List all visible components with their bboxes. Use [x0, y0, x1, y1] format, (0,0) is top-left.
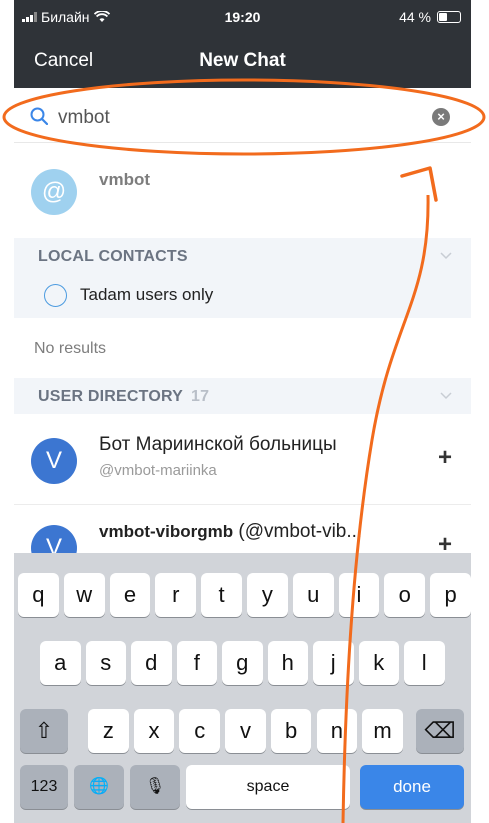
directory-count: 17: [191, 388, 210, 405]
key-m[interactable]: m: [362, 709, 403, 753]
key-q[interactable]: q: [18, 573, 59, 617]
search-result-mxid[interactable]: @ vmbot: [14, 150, 471, 236]
key-r[interactable]: r: [155, 573, 197, 617]
key-c[interactable]: c: [179, 709, 221, 753]
key-b[interactable]: b: [270, 709, 312, 753]
key-e[interactable]: e: [109, 573, 151, 617]
microphone-key[interactable]: 🎙: [130, 765, 180, 809]
no-results-text: No results: [34, 340, 107, 357]
key-j[interactable]: j: [313, 641, 354, 685]
user-name-rest: (@vmbot-vib...: [233, 521, 363, 542]
section-title: LOCAL CONTACTS: [38, 248, 188, 265]
key-i[interactable]: i: [338, 573, 380, 617]
at-avatar: @: [31, 169, 77, 215]
status-bar: Билайн 19:20 44 %: [14, 0, 471, 34]
search-icon: [30, 107, 48, 125]
key-w[interactable]: w: [63, 573, 105, 617]
result-name: vmbot: [99, 170, 150, 189]
key-t[interactable]: t: [201, 573, 242, 617]
space-key[interactable]: space: [186, 765, 350, 809]
cancel-button[interactable]: Cancel: [34, 50, 93, 72]
key-g[interactable]: g: [222, 641, 263, 685]
local-contacts-header[interactable]: LOCAL CONTACTS: [14, 238, 471, 274]
key-a[interactable]: a: [40, 641, 81, 685]
chevron-down-icon: [440, 252, 452, 260]
backspace-key[interactable]: ⌫: [416, 709, 464, 753]
key-p[interactable]: p: [430, 573, 471, 617]
key-s[interactable]: s: [85, 641, 126, 685]
battery-icon: [437, 11, 461, 23]
key-v[interactable]: v: [225, 709, 266, 753]
key-l[interactable]: l: [404, 641, 445, 685]
avatar: V: [31, 438, 77, 484]
search-bar: ×: [14, 92, 471, 143]
add-user-button[interactable]: +: [438, 444, 452, 472]
user-directory-header[interactable]: USER DIRECTORY 17: [14, 378, 471, 414]
done-key[interactable]: done: [360, 765, 464, 809]
key-x[interactable]: x: [133, 709, 175, 753]
battery-percent: 44 %: [399, 9, 431, 25]
user-id: @vmbot-mariinka: [99, 462, 217, 479]
search-input[interactable]: [56, 102, 420, 134]
phone-screen: Билайн 19:20 44 % Cancel New Chat × @ vm…: [14, 0, 471, 823]
section-title-text: USER DIRECTORY: [38, 388, 184, 405]
section-title: USER DIRECTORY 17: [38, 388, 209, 406]
key-z[interactable]: z: [88, 709, 129, 753]
shift-key[interactable]: ⇧: [20, 709, 68, 753]
key-n[interactable]: n: [316, 709, 358, 753]
battery-level: [439, 13, 447, 21]
user-name-bold: vmbot-viborgmb: [99, 522, 234, 541]
local-users-filter[interactable]: Tadam users only: [14, 274, 471, 318]
key-f[interactable]: f: [176, 641, 217, 685]
key-h[interactable]: h: [267, 641, 308, 685]
radio-button[interactable]: [44, 284, 67, 307]
clear-search-button[interactable]: ×: [432, 108, 450, 126]
key-u[interactable]: u: [292, 573, 334, 617]
user-name: Бот Мариинской больницы: [99, 434, 337, 455]
key-o[interactable]: o: [384, 573, 426, 617]
key-y[interactable]: y: [247, 573, 288, 617]
navigation-bar: Cancel New Chat: [14, 34, 471, 88]
globe-key[interactable]: 🌐: [74, 765, 124, 809]
numbers-key[interactable]: 123: [20, 765, 68, 809]
key-d[interactable]: d: [131, 641, 172, 685]
no-results: No results: [14, 320, 471, 376]
user-name: vmbot-viborgmb (@vmbot-vib...: [99, 521, 362, 543]
chevron-down-icon: [440, 392, 452, 400]
user-row[interactable]: V Бот Мариинской больницы @vmbot-mariink…: [14, 418, 471, 505]
keyboard: qwertyuiop asdfghjkl zxcvbnm ⇧ ⌫ 123 🌐 🎙…: [14, 553, 471, 823]
status-right: 44 %: [399, 9, 461, 25]
filter-label: Tadam users only: [80, 285, 214, 304]
key-k[interactable]: k: [358, 641, 399, 685]
